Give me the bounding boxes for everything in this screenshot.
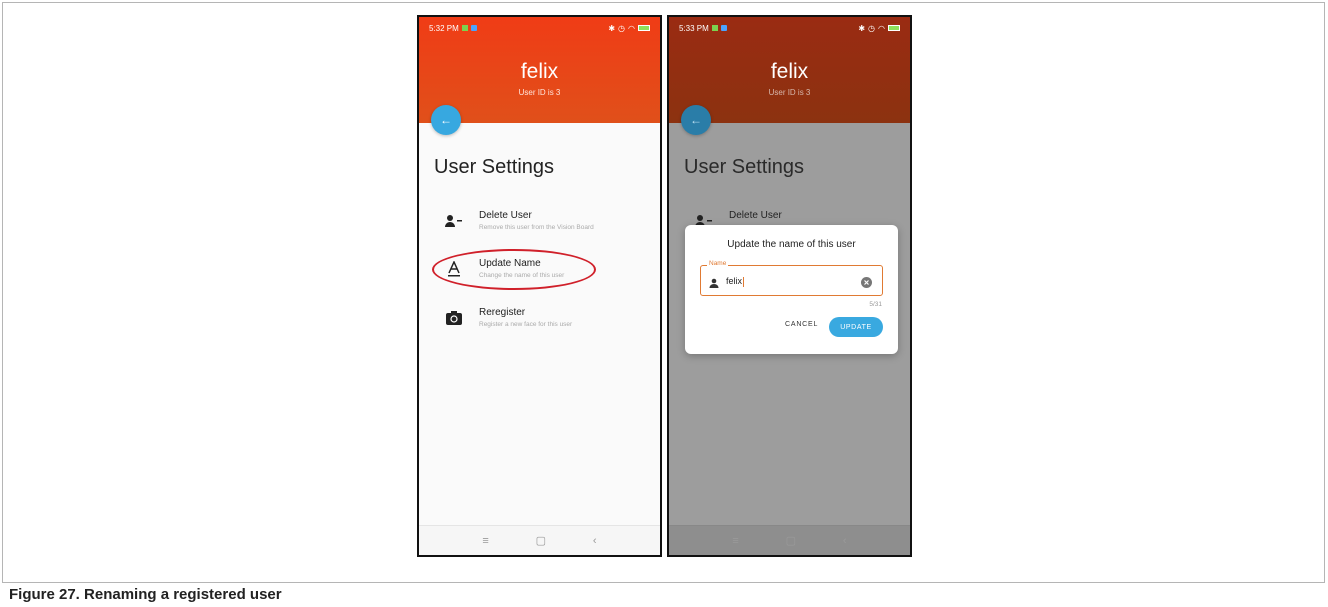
figure-frame bbox=[2, 2, 1325, 605]
text-caret bbox=[743, 276, 745, 287]
notification-icon bbox=[461, 25, 468, 31]
remove-person-icon bbox=[445, 212, 463, 230]
notification-icon bbox=[720, 25, 727, 31]
figure-caption-bar: Figure 27. Renaming a registered user bbox=[2, 582, 1325, 605]
wifi-icon: ◠ bbox=[628, 23, 635, 33]
status-time: 5:33 PM bbox=[679, 23, 709, 33]
phone-screenshot-right: felix User ID is 3 5:33 PM ✱ ◷ ◠ ← User … bbox=[667, 15, 912, 557]
field-value: felix bbox=[726, 276, 743, 286]
home-icon[interactable]: ▢ bbox=[536, 534, 546, 547]
notification-icon bbox=[711, 25, 718, 31]
menu-icon[interactable]: ≡ bbox=[482, 535, 488, 547]
setting-delete-user[interactable]: Delete User Remove this user from the Vi… bbox=[445, 210, 594, 231]
back-button[interactable]: ← bbox=[431, 105, 461, 135]
user-id-text: User ID is 3 bbox=[518, 88, 561, 97]
dialog-title: Update the name of this user bbox=[727, 239, 856, 250]
character-counter: 5/31 bbox=[869, 301, 882, 308]
cancel-button[interactable]: CANCEL bbox=[785, 321, 818, 328]
back-nav-icon: ‹ bbox=[842, 534, 847, 547]
arrow-left-icon: ← bbox=[690, 113, 702, 127]
status-bar: 5:33 PM ✱ ◷ ◠ bbox=[669, 17, 910, 39]
bluetooth-icon: ✱ bbox=[858, 23, 866, 33]
clear-icon[interactable] bbox=[861, 275, 872, 293]
name-input[interactable]: Name felix bbox=[700, 260, 883, 296]
battery-icon bbox=[888, 25, 900, 31]
wifi-icon: ◠ bbox=[878, 23, 885, 33]
home-icon: ▢ bbox=[785, 535, 797, 547]
highlight-annotation bbox=[432, 249, 596, 290]
update-button[interactable]: UPDATE bbox=[829, 317, 883, 337]
arrow-left-icon: ← bbox=[440, 113, 452, 127]
user-id-text: User ID is 3 bbox=[768, 88, 811, 97]
status-time: 5:32 PM bbox=[429, 23, 459, 33]
setting-subtitle: Register a new face for this user bbox=[479, 321, 573, 328]
alarm-icon: ◷ bbox=[868, 23, 876, 33]
status-bar: 5:32 PM ✱ ◷ ◠ bbox=[419, 17, 660, 39]
person-icon bbox=[709, 275, 719, 293]
back-nav-icon[interactable]: ‹ bbox=[593, 535, 597, 547]
field-label: Name bbox=[707, 260, 729, 267]
system-nav-bar: ≡ ▢ ‹ bbox=[419, 525, 660, 555]
system-nav-bar: ≡ ▢ ‹ bbox=[669, 525, 910, 555]
section-title: User Settings bbox=[684, 156, 805, 178]
setting-title: Delete User bbox=[729, 210, 782, 221]
setting-title: Reregister bbox=[479, 307, 526, 318]
setting-subtitle: Remove this user from the Vision Board bbox=[479, 224, 594, 231]
menu-icon: ≡ bbox=[732, 534, 739, 547]
notification-icon bbox=[470, 25, 477, 31]
bluetooth-icon: ✱ bbox=[608, 23, 616, 33]
section-title: User Settings bbox=[434, 156, 555, 178]
update-name-dialog: Update the name of this user Name felix … bbox=[685, 225, 898, 354]
user-name: felix bbox=[520, 60, 559, 83]
alarm-icon: ◷ bbox=[618, 23, 626, 33]
camera-switch-icon bbox=[445, 309, 463, 327]
back-button[interactable]: ← bbox=[681, 105, 711, 135]
user-name: felix bbox=[770, 60, 809, 83]
setting-reregister[interactable]: Reregister Register a new face for this … bbox=[445, 307, 572, 328]
setting-title: Delete User bbox=[479, 210, 532, 221]
figure-caption: Figure 27. Renaming a registered user bbox=[9, 586, 282, 603]
battery-icon bbox=[638, 25, 650, 31]
phone-screenshot-left: felix User ID is 3 5:32 PM ✱ ◷ ◠ ← User … bbox=[417, 15, 662, 557]
